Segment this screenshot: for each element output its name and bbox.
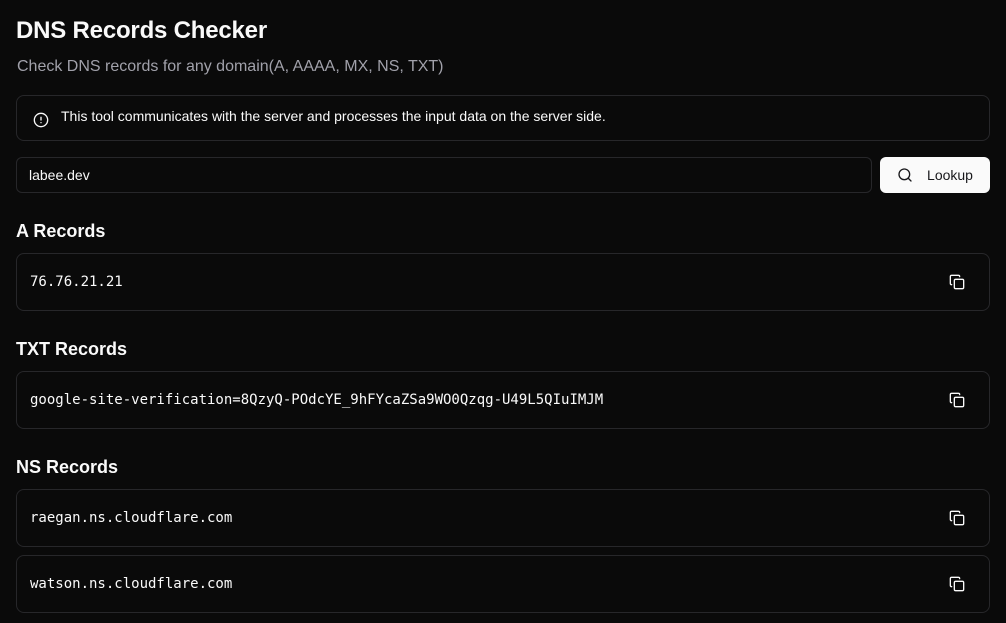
copy-button[interactable]: [941, 568, 973, 600]
info-circle-icon: [33, 112, 49, 128]
ns-record-value: watson.ns.cloudflare.com: [30, 576, 233, 592]
server-notice-alert: This tool communicates with the server a…: [16, 95, 990, 141]
a-records-heading: A Records: [16, 221, 106, 241]
txt-record-card: google-site-verification=8QzyQ-POdcYE_9h…: [16, 371, 990, 429]
txt-records-heading: TXT Records: [16, 339, 128, 359]
copy-icon: [949, 392, 965, 408]
page-subtitle: Check DNS records for any domain(A, AAAA…: [17, 58, 444, 75]
ns-record-card: watson.ns.cloudflare.com: [16, 555, 990, 613]
copy-icon: [949, 576, 965, 592]
ns-record-value: raegan.ns.cloudflare.com: [30, 510, 233, 526]
a-record-card: 76.76.21.21: [16, 253, 990, 311]
search-icon: [897, 167, 913, 183]
lookup-button[interactable]: Lookup: [880, 157, 990, 193]
dns-checker-page: DNS Records Checker Check DNS records fo…: [0, 0, 1006, 623]
txt-record-value: google-site-verification=8QzyQ-POdcYE_9h…: [30, 392, 604, 408]
copy-icon: [949, 274, 965, 290]
a-record-value: 76.76.21.21: [30, 274, 123, 290]
lookup-button-label: Lookup: [927, 167, 973, 183]
copy-button[interactable]: [941, 266, 973, 298]
copy-button[interactable]: [941, 502, 973, 534]
page-title: DNS Records Checker: [16, 17, 267, 44]
server-notice-text: This tool communicates with the server a…: [61, 108, 606, 124]
copy-icon: [949, 510, 965, 526]
domain-input[interactable]: [16, 157, 872, 193]
ns-record-card: raegan.ns.cloudflare.com: [16, 489, 990, 547]
ns-records-heading: NS Records: [16, 457, 119, 477]
copy-button[interactable]: [941, 384, 973, 416]
